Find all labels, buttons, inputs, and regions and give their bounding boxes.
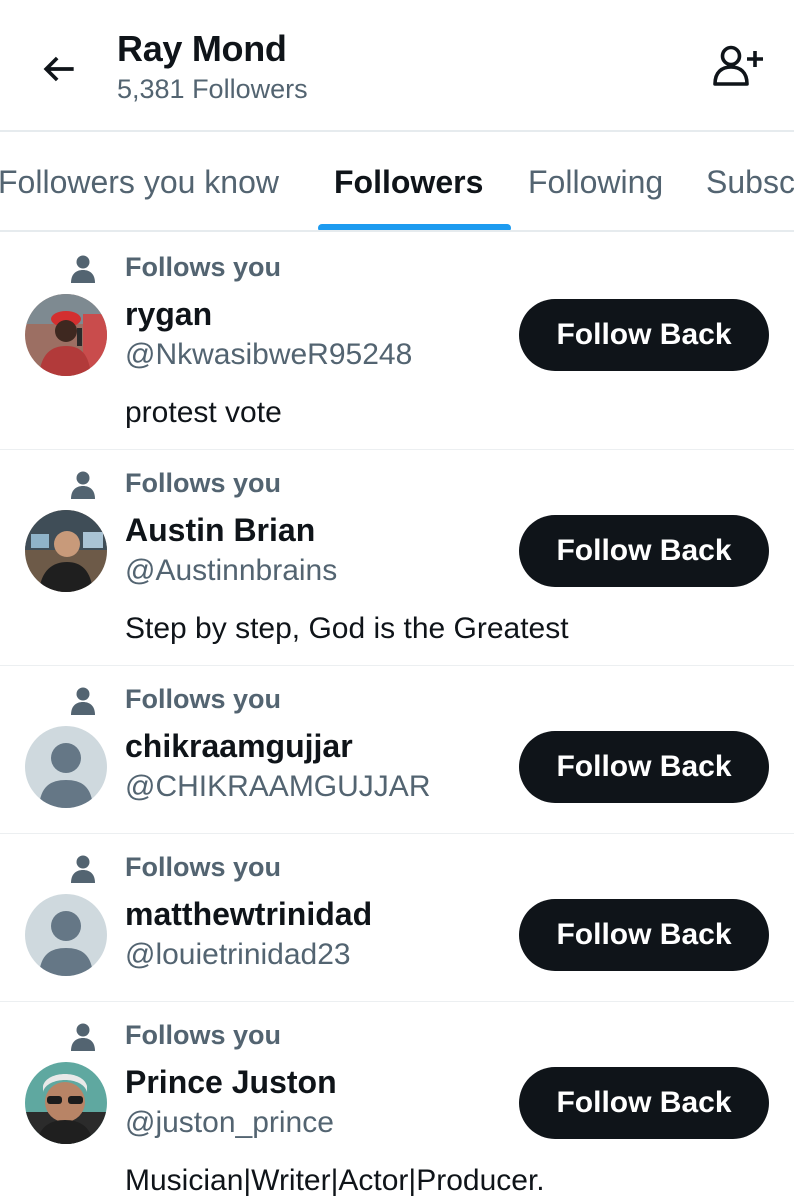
user-name[interactable]: chikraamgujjar (125, 728, 353, 765)
list-item[interactable]: Follows you Prince Juston @juston_prince… (0, 1002, 794, 1200)
person-icon (71, 687, 95, 715)
avatar-photo (25, 510, 107, 592)
avatar[interactable] (25, 894, 107, 976)
add-user-button[interactable] (706, 38, 770, 94)
follows-you-label: Follows you (125, 252, 282, 282)
user-name[interactable]: matthewtrinidad (125, 896, 372, 933)
tab-subscriptions[interactable]: Subsc (706, 164, 794, 201)
list-item[interactable]: Follows you chikraamgujjar @CHIKRAAMGUJJ… (0, 666, 794, 834)
person-icon (71, 855, 95, 883)
follow-back-button[interactable]: Follow Back (519, 515, 769, 587)
user-handle[interactable]: @CHIKRAAMGUJJAR (125, 770, 430, 804)
avatar-photo (25, 1062, 107, 1144)
arrow-left-icon (43, 56, 74, 82)
person-icon (71, 255, 95, 283)
tab-following[interactable]: Following (528, 164, 663, 201)
avatar-photo (25, 294, 107, 376)
list-item[interactable]: Follows you Austin Brian @Austinnbrains … (0, 450, 794, 666)
follow-back-button[interactable]: Follow Back (519, 1067, 769, 1139)
user-handle[interactable]: @NkwasibweR95248 (125, 338, 412, 372)
user-bio: Musician|Writer|Actor|Producer. (125, 1164, 545, 1197)
follows-you-label: Follows you (125, 852, 282, 882)
user-bio: Step by step, God is the Greatest (125, 612, 569, 645)
default-avatar-icon (25, 726, 107, 808)
user-handle[interactable]: @louietrinidad23 (125, 938, 351, 972)
tab-followers[interactable]: Followers (334, 164, 483, 201)
user-name[interactable]: Austin Brian (125, 512, 315, 549)
user-name[interactable]: Prince Juston (125, 1064, 337, 1101)
follows-you-label: Follows you (125, 1020, 282, 1050)
follower-count: 5,381 Followers (117, 74, 308, 104)
avatar[interactable] (25, 1062, 107, 1144)
user-bio: protest vote (125, 396, 282, 429)
person-icon (71, 471, 95, 499)
person-icon (71, 1023, 95, 1051)
list-item[interactable]: Follows you rygan @NkwasibweR95248 prote… (0, 232, 794, 450)
back-button[interactable] (34, 44, 84, 94)
follows-you-label: Follows you (125, 684, 282, 714)
tab-bar: Followers you know Followers Following S… (0, 134, 794, 232)
default-avatar-icon (25, 894, 107, 976)
add-user-icon (713, 45, 763, 86)
avatar[interactable] (25, 726, 107, 808)
user-name[interactable]: rygan (125, 296, 212, 333)
follow-back-button[interactable]: Follow Back (519, 299, 769, 371)
follow-back-button[interactable]: Follow Back (519, 899, 769, 971)
tab-followers-you-know[interactable]: Followers you know (0, 164, 279, 201)
follows-you-label: Follows you (125, 468, 282, 498)
avatar[interactable] (25, 294, 107, 376)
profile-header: Ray Mond 5,381 Followers (0, 0, 794, 132)
active-tab-indicator (318, 224, 511, 230)
avatar[interactable] (25, 510, 107, 592)
user-handle[interactable]: @Austinnbrains (125, 554, 337, 588)
list-item[interactable]: Follows you matthewtrinidad @louietrinid… (0, 834, 794, 1002)
page-title: Ray Mond (117, 28, 287, 69)
follow-back-button[interactable]: Follow Back (519, 731, 769, 803)
user-handle[interactable]: @juston_prince (125, 1106, 334, 1140)
